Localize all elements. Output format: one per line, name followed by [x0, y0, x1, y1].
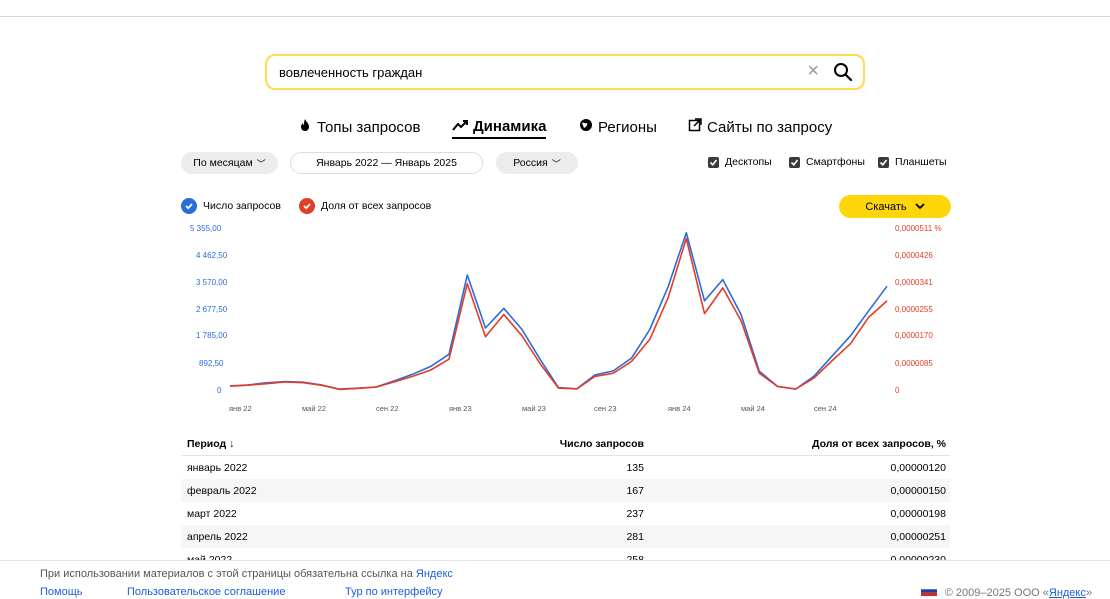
y-right-tick: 0,0000255: [895, 305, 933, 314]
cell-count: 281: [488, 525, 645, 548]
chevron-down-icon: ﹀: [551, 158, 561, 169]
checkmark-icon: [299, 198, 315, 214]
cell-share: 0,00000251: [645, 525, 950, 548]
tab-bar: Топы запросов Динамика Регионы Сайты по …: [0, 118, 1110, 142]
checkmark-icon: [181, 198, 197, 214]
y-right-tick: 0,0000511 %: [895, 224, 942, 233]
top-divider: [0, 16, 1110, 17]
data-table: Период ↓ Число запросов Доля от всех зап…: [181, 432, 950, 571]
x-tick: май 22: [302, 404, 326, 413]
y-right-tick: 0: [895, 386, 900, 395]
table-header-row: Период ↓ Число запросов Доля от всех зап…: [181, 432, 950, 456]
cell-count: 135: [626, 461, 644, 474]
y-left-tick: 4 462,50: [196, 251, 228, 260]
y-right-tick: 0,0000170: [895, 331, 933, 340]
y-left-tick: 0: [217, 386, 222, 395]
footer-note: При использовании материалов с этой стра…: [40, 568, 453, 580]
x-tick: янв 22: [229, 404, 252, 413]
globe-icon: [579, 118, 593, 136]
col-count-header[interactable]: Число запросов: [488, 432, 645, 456]
table-row: апрель 2022 281 0,00000251: [181, 525, 950, 548]
checkmark-icon: [789, 156, 800, 168]
x-tick: янв 23: [449, 404, 472, 413]
y-right-tick: 0,0000341: [895, 278, 933, 287]
y-right-tick: 0,0000426: [895, 251, 933, 260]
external-link-icon: [688, 118, 702, 136]
clear-icon[interactable]: ×: [807, 61, 819, 81]
y-left-tick: 2 677,50: [196, 305, 228, 314]
x-tick: янв 24: [668, 404, 691, 413]
x-tick: май 23: [522, 404, 546, 413]
cell-share: 0,00000120: [890, 461, 946, 474]
table-row: февраль 2022 167 0,00000150: [181, 479, 950, 502]
y-left-tick: 5 355,00: [190, 224, 222, 233]
yandex-copyright-link[interactable]: Яндекс: [1049, 587, 1086, 599]
cell-count: 237: [626, 507, 644, 520]
col-period-header[interactable]: Период ↓: [181, 432, 488, 456]
yandex-link[interactable]: Яндекс: [416, 568, 453, 580]
download-button[interactable]: Скачать: [839, 195, 951, 218]
search-icon[interactable]: [833, 62, 853, 87]
period-select[interactable]: По месяцам ﹀: [181, 152, 278, 174]
search-input[interactable]: вовлеченность граждан: [279, 65, 422, 80]
search-box[interactable]: вовлеченность граждан ×: [265, 54, 865, 90]
x-tick: май 24: [741, 404, 765, 413]
tab-regions[interactable]: Регионы: [579, 118, 657, 136]
chevron-down-icon: [914, 201, 925, 213]
x-tick: сен 24: [814, 404, 837, 413]
cell-period: апрель 2022: [181, 525, 488, 548]
checkbox-tablets[interactable]: Планшеты: [878, 156, 947, 168]
col-share-header[interactable]: Доля от всех запросов, %: [645, 432, 950, 456]
legend-count[interactable]: Число запросов: [181, 198, 281, 214]
user-agreement-link[interactable]: Пользовательское соглашение: [127, 586, 285, 598]
y-left-tick: 892,50: [199, 359, 224, 368]
table-row: март 2022 237 0,00000198: [181, 502, 950, 525]
cell-period: март 2022: [187, 507, 237, 520]
trend-icon: [452, 118, 468, 135]
x-tick: сен 22: [376, 404, 399, 413]
russia-flag-icon: [920, 585, 937, 599]
interface-tour-link[interactable]: Тур по интерфейсу: [345, 586, 442, 598]
cell-count: 167: [488, 479, 645, 502]
tab-dynamics[interactable]: Динамика: [452, 118, 547, 139]
checkmark-icon: [878, 156, 889, 168]
sort-arrow-icon: ↓: [229, 437, 235, 450]
y-left-tick: 1 785,00: [196, 331, 228, 340]
y-right-tick: 0,0000085: [895, 359, 933, 368]
cell-share: 0,00000198: [890, 507, 946, 520]
checkbox-desktops[interactable]: Десктопы: [708, 156, 772, 168]
tab-top-queries[interactable]: Топы запросов: [298, 118, 420, 136]
x-tick: сен 23: [594, 404, 617, 413]
chevron-down-icon: ﹀: [256, 158, 266, 169]
date-range-picker[interactable]: Январь 2022 — Январь 2025: [290, 152, 483, 174]
region-select[interactable]: Россия ﹀: [496, 152, 578, 174]
legend-share[interactable]: Доля от всех запросов: [299, 198, 431, 214]
table-row: январь 2022 135 0,00000120: [181, 456, 950, 480]
series-line-share: [229, 237, 888, 391]
cell-share: 0,00000150: [645, 479, 950, 502]
checkmark-icon: [708, 156, 719, 168]
y-left-tick: 3 570,00: [196, 278, 228, 287]
checkbox-smartphones[interactable]: Смартфоны: [789, 156, 865, 168]
tab-sites[interactable]: Сайты по запросу: [688, 118, 832, 136]
fire-icon: [298, 118, 312, 136]
cell-period: февраль 2022: [181, 479, 488, 502]
help-link[interactable]: Помощь: [40, 586, 83, 598]
footer: При использовании материалов с этой стра…: [0, 560, 1110, 599]
cell-period: январь 2022: [187, 461, 248, 474]
series-line-count: [229, 231, 888, 390]
copyright: © 2009–2025 ООО «Яндекс»: [920, 585, 1092, 599]
